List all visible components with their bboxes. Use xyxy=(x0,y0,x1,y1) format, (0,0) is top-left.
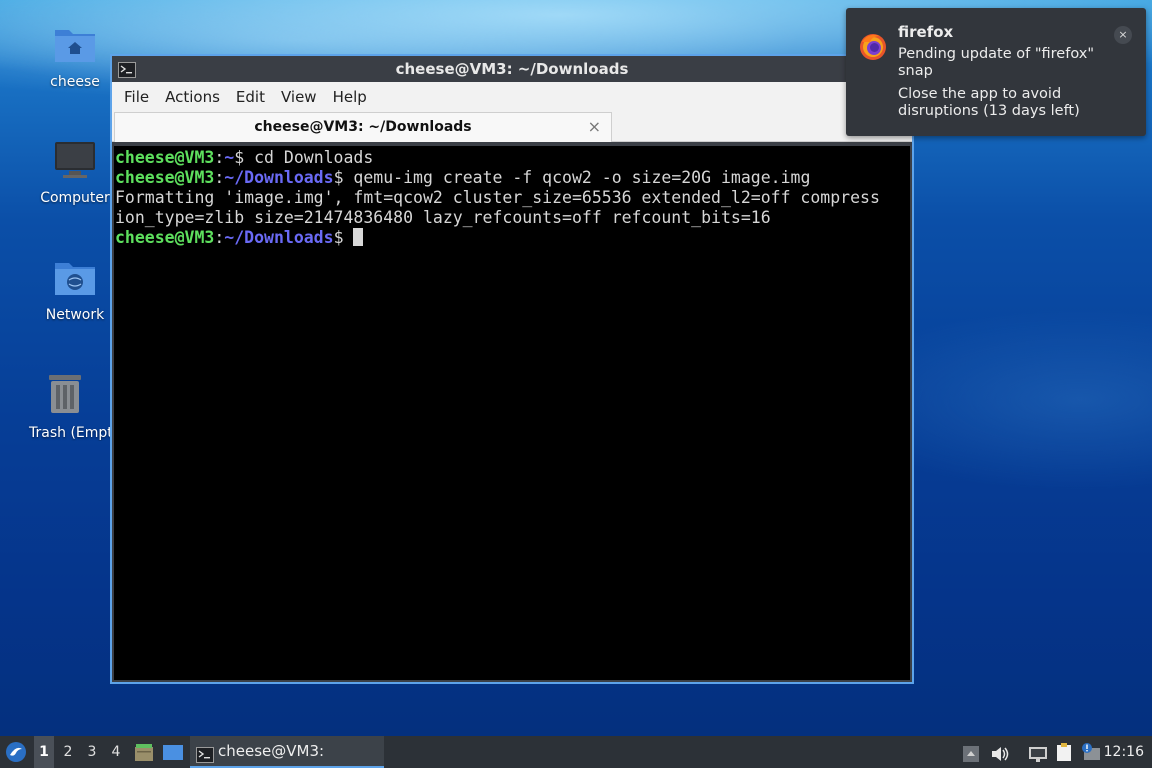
terminal-line: Formatting 'image.img', fmt=qcow2 cluste… xyxy=(115,188,880,207)
terminal-line: cheese@VM3:~/Downloads$ xyxy=(115,228,909,248)
window-title: cheese@VM3: ~/Downloads xyxy=(395,60,629,78)
show-desktop-icon[interactable] xyxy=(162,742,184,762)
taskbar-task-terminal[interactable]: cheese@VM3: ~/Dow… xyxy=(190,736,384,768)
trash-icon xyxy=(10,373,120,419)
clipboard-icon[interactable] xyxy=(1054,742,1074,762)
notification-body: Pending update of "firefox" snap xyxy=(898,46,1095,79)
workspace-3[interactable]: 3 xyxy=(82,736,102,768)
file-manager-launcher-icon[interactable] xyxy=(134,742,154,762)
menu-view[interactable]: View xyxy=(273,82,325,112)
notification-close-icon[interactable]: × xyxy=(1114,26,1132,44)
menu-actions[interactable]: Actions xyxy=(157,82,228,112)
menu-edit[interactable]: Edit xyxy=(228,82,273,112)
update-notifier-icon[interactable] xyxy=(1080,742,1102,762)
menu-help[interactable]: Help xyxy=(325,82,375,112)
window-titlebar[interactable]: cheese@VM3: ~/Downloads xyxy=(112,56,912,82)
notification-title: firefox xyxy=(898,23,954,41)
workspace-4[interactable]: 4 xyxy=(106,736,126,768)
start-menu-button[interactable] xyxy=(4,740,28,764)
desktop-icon-label: Trash (Empty) xyxy=(29,425,120,441)
tray-expand-icon[interactable] xyxy=(962,743,980,762)
terminal-line: ion_type=zlib size=21474836480 lazy_refc… xyxy=(115,208,771,227)
task-label: cheese@VM3: ~/Dow… xyxy=(218,742,325,760)
terminal-output[interactable]: cheese@VM3:~$ cd Downloads cheese@VM3:~/D… xyxy=(114,146,910,680)
workspace-1[interactable]: 1 xyxy=(34,736,54,768)
lubuntu-logo-icon xyxy=(6,742,26,762)
terminal-tab[interactable]: cheese@VM3: ~/Downloads × xyxy=(114,112,612,142)
terminal-icon xyxy=(196,743,214,768)
terminal-window[interactable]: cheese@VM3: ~/Downloads File Actions Edi… xyxy=(110,54,914,684)
taskbar: 1 2 3 4 cheese@VM3: ~/Dow… xyxy=(0,736,1152,768)
terminal-line: cheese@VM3:~/Downloads$ qemu-img create … xyxy=(115,168,811,187)
terminal-line: cheese@VM3:~$ cd Downloads xyxy=(115,148,374,167)
tab-bar: cheese@VM3: ~/Downloads × xyxy=(112,112,912,142)
firefox-icon xyxy=(858,32,888,66)
text-cursor xyxy=(353,228,364,246)
desktop-icon-trash[interactable]: Trash (Empty) xyxy=(10,373,120,441)
tab-close-icon[interactable]: × xyxy=(588,113,601,141)
tab-label: cheese@VM3: ~/Downloads xyxy=(254,119,472,135)
notification-detail: Close the app to avoid disruptions (13 d… xyxy=(898,86,1080,119)
volume-icon[interactable] xyxy=(990,743,1010,761)
workspace-2[interactable]: 2 xyxy=(58,736,78,768)
menu-bar: File Actions Edit View Help xyxy=(112,82,912,112)
network-icon[interactable] xyxy=(1028,743,1048,762)
menu-file[interactable]: File xyxy=(116,82,157,112)
terminal-icon xyxy=(118,60,136,86)
clock[interactable]: 12:16 xyxy=(1104,736,1144,768)
notification-popup[interactable]: firefox Pending update of "firefox" snap… xyxy=(846,8,1146,136)
